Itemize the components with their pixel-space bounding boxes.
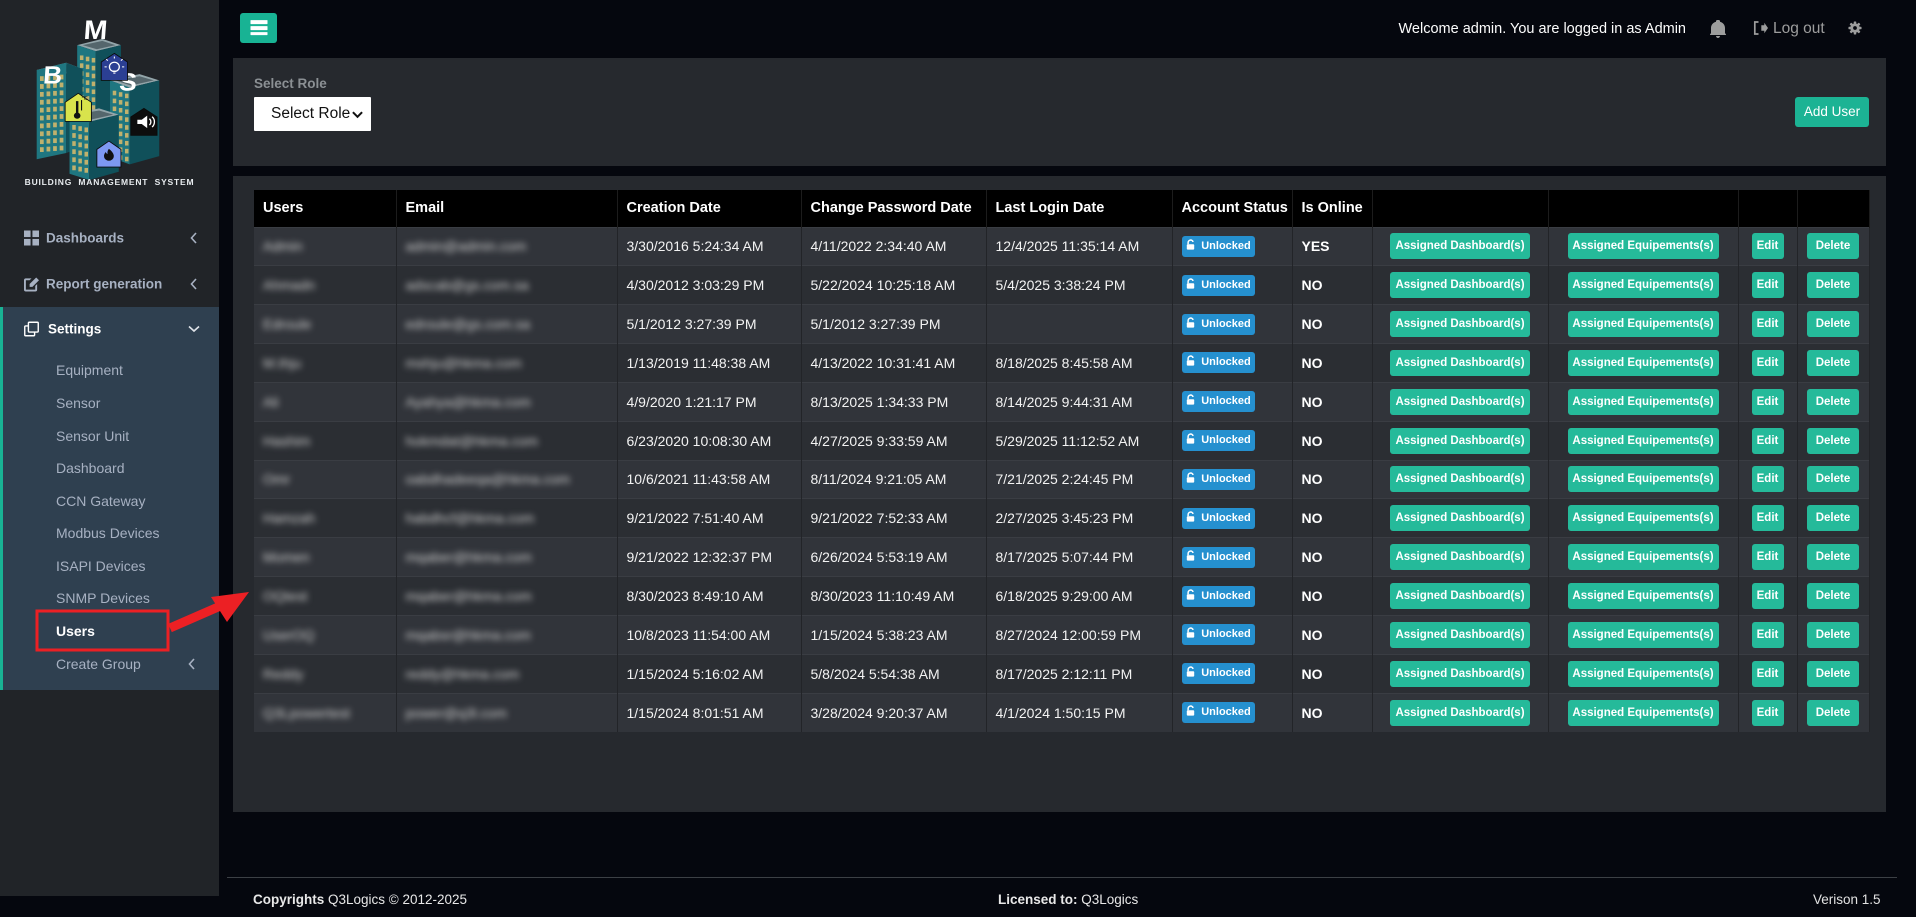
svg-text:M: M [82, 16, 108, 45]
svg-text:°C: °C [81, 96, 87, 102]
svg-text:B: B [42, 62, 63, 89]
